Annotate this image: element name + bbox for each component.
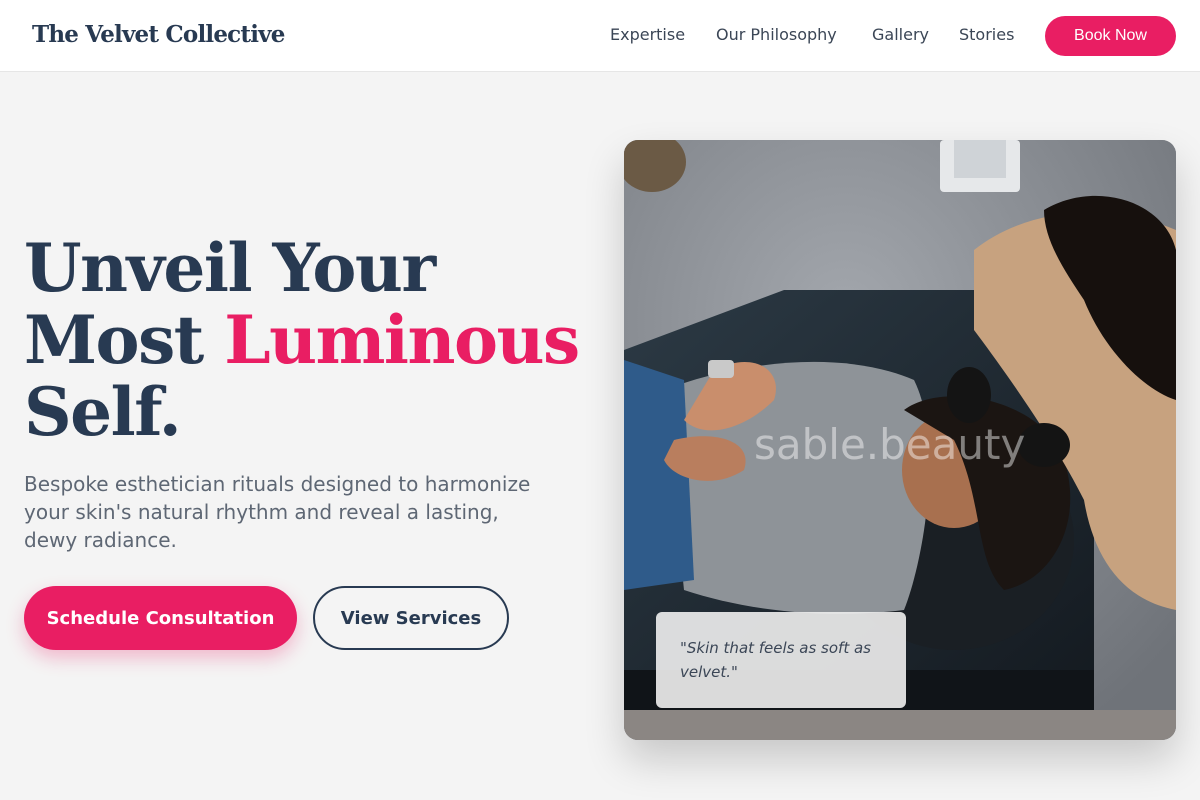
headline-line-3: Self. [24, 373, 182, 451]
brand-logo[interactable]: The Velvet Collective [32, 21, 285, 48]
nav-link-expertise[interactable]: Expertise [610, 25, 685, 44]
testimonial-quote-text: "Skin that feels as soft as velvet." [680, 639, 871, 681]
top-nav: The Velvet Collective Expertise Our Phil… [0, 0, 1200, 72]
view-services-button[interactable]: View Services [313, 586, 509, 650]
photo-watermark: sable.beauty [754, 420, 1026, 469]
headline-line-2: Most [24, 301, 225, 379]
testimonial-quote-card: "Skin that feels as soft as velvet." [656, 612, 906, 708]
hero-headline: Unveil Your Most Luminous Self. [24, 232, 604, 448]
nav-link-gallery[interactable]: Gallery [872, 25, 929, 44]
schedule-consultation-button[interactable]: Schedule Consultation [24, 586, 297, 650]
book-now-button[interactable]: Book Now [1045, 16, 1176, 56]
nav-link-philosophy[interactable]: Our Philosophy [716, 25, 837, 44]
headline-line-1: Unveil Your [24, 229, 436, 307]
headline-accent-word: Luminous [224, 301, 580, 379]
hero-subtitle: Bespoke esthetician rituals designed to … [24, 472, 531, 552]
nav-link-stories[interactable]: Stories [959, 25, 1014, 44]
hero-photo: sable.beauty "Skin that feels as soft as… [624, 140, 1176, 740]
